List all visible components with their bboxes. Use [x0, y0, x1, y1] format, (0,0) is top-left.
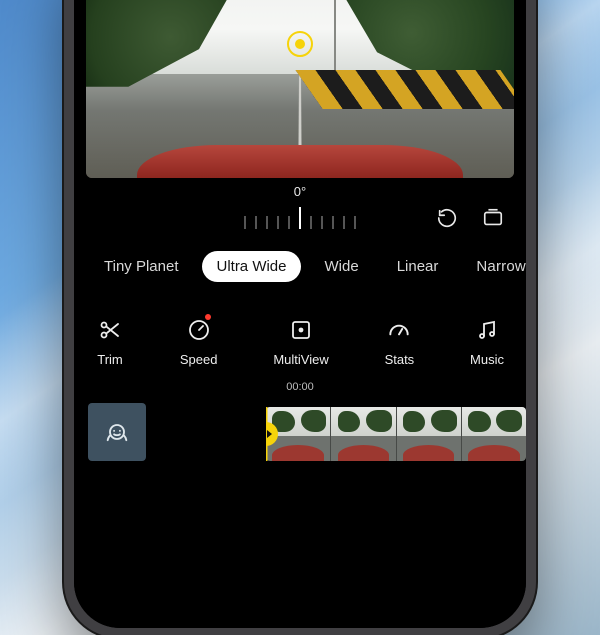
stats-button[interactable]: Stats — [385, 316, 415, 367]
multiview-icon — [287, 316, 315, 344]
music-label: Music — [470, 352, 504, 367]
video-preview[interactable] — [86, 0, 514, 178]
speed-label: Speed — [180, 352, 218, 367]
angle-ruler[interactable] — [244, 207, 356, 229]
angle-control: 0° — [74, 182, 526, 233]
face-tracking-button[interactable] — [88, 403, 146, 461]
rotate-reset-icon[interactable] — [434, 205, 460, 231]
timeline-thumbnails — [266, 407, 526, 461]
multiview-button[interactable]: MultiView — [273, 316, 328, 367]
scissors-icon — [96, 316, 124, 344]
app-screen: 0° — [74, 0, 526, 628]
tracking-target-icon[interactable] — [287, 31, 313, 57]
multiview-label: MultiView — [273, 352, 328, 367]
timecode: 00:00 — [74, 381, 526, 393]
aspect-ratio-icon[interactable] — [480, 205, 506, 231]
timeline-strip[interactable] — [266, 403, 526, 465]
view-mode-tabs: Tiny Planet Ultra Wide Wide Linear Narro… — [74, 251, 526, 282]
music-button[interactable]: Music — [470, 316, 504, 367]
mode-ultra-wide[interactable]: Ultra Wide — [202, 251, 300, 282]
speed-icon — [185, 316, 213, 344]
mode-tiny-planet[interactable]: Tiny Planet — [90, 251, 192, 282]
mode-narrow[interactable]: Narrow — [462, 251, 526, 282]
speed-button[interactable]: Speed — [180, 316, 218, 367]
trim-button[interactable]: Trim — [96, 316, 124, 367]
mode-wide[interactable]: Wide — [311, 251, 373, 282]
edit-tools: Trim Speed Mult — [74, 316, 526, 367]
stats-label: Stats — [385, 352, 415, 367]
phone-frame: 0° — [64, 0, 536, 635]
music-icon — [473, 316, 501, 344]
timeline-area — [74, 403, 526, 465]
gauge-icon — [385, 316, 413, 344]
angle-value: 0° — [294, 182, 306, 203]
mode-linear[interactable]: Linear — [383, 251, 453, 282]
trim-label: Trim — [97, 352, 123, 367]
